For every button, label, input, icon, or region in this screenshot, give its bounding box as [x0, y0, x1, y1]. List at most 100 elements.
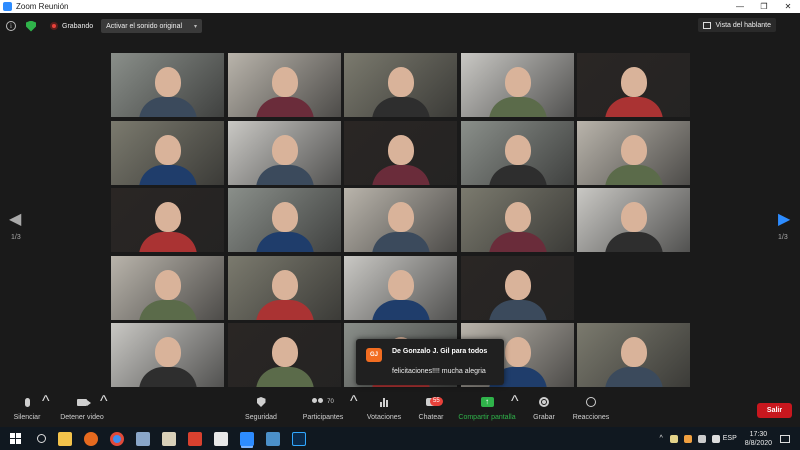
security-button[interactable]: Seguridad — [243, 393, 279, 427]
minimize-button[interactable]: — — [728, 0, 752, 13]
calculator-icon[interactable] — [136, 431, 150, 446]
zoom-logo-icon — [3, 2, 12, 11]
video-camera-icon — [77, 398, 91, 406]
file-explorer-icon[interactable] — [58, 431, 72, 446]
participant-face — [504, 134, 531, 165]
participant-video-tile[interactable] — [577, 323, 690, 387]
tray-app-icon[interactable] — [669, 434, 678, 443]
windows-taskbar: ^ ESP 17:30 8/8/2020 — [0, 427, 800, 450]
participant-video-tile[interactable] — [111, 53, 224, 117]
participant-video-tile[interactable] — [227, 323, 341, 387]
system-tray: ^ ESP 17:30 8/8/2020 — [655, 427, 800, 450]
participant-video-tile[interactable] — [344, 188, 457, 252]
participant-video-tile[interactable] — [344, 255, 457, 320]
app-icon[interactable] — [188, 431, 202, 446]
participant-video-tile[interactable] — [460, 188, 574, 252]
share-screen-button[interactable]: ↑ Compartir pantalla — [456, 393, 518, 427]
stop-video-button[interactable]: Detener video — [58, 393, 106, 427]
participant-video-tile[interactable] — [111, 255, 224, 320]
participant-video-tile[interactable] — [460, 255, 574, 320]
pdf-reader-icon[interactable] — [214, 431, 228, 446]
stop-video-label: Detener video — [60, 414, 104, 421]
close-button[interactable]: ✕ — [776, 0, 800, 13]
participants-options-caret-icon[interactable]: ^ — [350, 393, 358, 427]
participant-face — [271, 269, 298, 300]
speaker-view-button[interactable]: Vista del hablante — [698, 18, 776, 32]
participant-face — [504, 202, 531, 232]
reactions-button[interactable]: Reacciones — [572, 393, 610, 427]
network-icon[interactable] — [697, 434, 706, 443]
clock[interactable]: 17:30 8/8/2020 — [745, 430, 772, 448]
polls-label: Votaciones — [366, 414, 402, 421]
security-shield-icon — [256, 397, 266, 407]
participant-video-tile[interactable] — [460, 120, 574, 185]
windows-start-icon[interactable] — [10, 433, 21, 444]
speaker-view-label: Vista del hablante — [715, 21, 771, 29]
participant-face — [155, 67, 181, 97]
security-label: Seguridad — [245, 414, 277, 421]
photoshop-icon[interactable] — [292, 431, 306, 446]
participants-label: Participantes — [302, 414, 344, 421]
participant-face — [155, 337, 181, 367]
participant-face — [271, 337, 298, 367]
video-options-caret-icon[interactable]: ^ — [100, 393, 108, 427]
original-sound-button[interactable]: Activar el sonido original ▾ — [101, 19, 203, 33]
participant-video-tile[interactable] — [227, 255, 341, 320]
photos-icon[interactable] — [266, 431, 280, 446]
participant-video-tile[interactable] — [577, 53, 690, 117]
participant-video-tile[interactable] — [577, 120, 690, 185]
recording-label: Grabando — [62, 22, 94, 30]
participant-video-tile[interactable] — [111, 188, 224, 252]
participant-video-tile[interactable] — [227, 120, 341, 185]
chevron-down-icon[interactable]: ▾ — [194, 23, 197, 30]
right-page-indicator: 1/3 — [778, 234, 788, 241]
participant-video-tile[interactable] — [111, 120, 224, 185]
notifications-icon[interactable] — [780, 434, 790, 443]
chat-notification[interactable]: GJ De Gonzalo J. Gil para todos felicita… — [356, 339, 504, 385]
record-button[interactable]: Grabar — [530, 393, 558, 427]
tray-chevron-icon[interactable]: ^ — [659, 435, 662, 442]
participant-face — [504, 269, 531, 300]
share-options-caret-icon[interactable]: ^ — [511, 393, 519, 427]
tray-app-icon[interactable] — [683, 434, 692, 443]
meeting-topbar: i Grabando Activar el sonido original ▾ — [0, 13, 800, 39]
language-indicator[interactable]: ESP — [723, 435, 737, 442]
polls-button[interactable]: Votaciones — [366, 393, 402, 427]
notepad-icon[interactable] — [162, 431, 176, 446]
participant-face — [155, 134, 181, 165]
previous-page-icon[interactable]: ◀ — [9, 212, 21, 228]
microphone-icon — [24, 397, 30, 407]
zoom-taskbar-icon[interactable] — [240, 431, 254, 446]
participant-face — [388, 67, 414, 97]
participant-video-tile[interactable] — [344, 53, 457, 117]
participants-icon — [312, 398, 324, 406]
info-icon[interactable]: i — [6, 21, 16, 31]
volume-icon[interactable] — [711, 434, 720, 443]
participant-video-tile[interactable] — [577, 188, 690, 252]
leave-meeting-button[interactable]: Salir — [757, 403, 792, 418]
audio-options-caret-icon[interactable]: ^ — [42, 393, 50, 427]
search-icon[interactable] — [37, 434, 46, 443]
clock-date: 8/8/2020 — [744, 439, 772, 447]
chrome-icon[interactable] — [110, 431, 124, 446]
participant-face — [504, 67, 531, 97]
share-screen-arrow-icon: ↑ — [480, 397, 494, 407]
participant-face — [155, 269, 181, 300]
mute-button[interactable]: Silenciar — [8, 393, 46, 427]
encryption-shield-icon[interactable] — [26, 20, 36, 32]
participant-video-tile[interactable] — [227, 53, 341, 117]
participants-button[interactable]: 70 Participantes — [300, 393, 346, 427]
next-page-icon[interactable]: ▶ — [778, 212, 790, 228]
maximize-button[interactable]: ❐ — [752, 0, 776, 13]
participant-video-tile[interactable] — [460, 53, 574, 117]
reactions-label: Reacciones — [572, 414, 610, 421]
firefox-icon[interactable] — [84, 431, 98, 446]
participant-video-tile[interactable] — [111, 323, 224, 387]
participant-face — [388, 134, 414, 165]
participant-video-tile[interactable] — [344, 120, 457, 185]
chat-label: Chatear — [418, 414, 444, 421]
clock-time: 17:30 — [749, 430, 768, 438]
participant-video-tile[interactable] — [577, 255, 690, 320]
participant-video-tile[interactable] — [227, 188, 341, 252]
recording-indicator-icon — [50, 22, 58, 30]
